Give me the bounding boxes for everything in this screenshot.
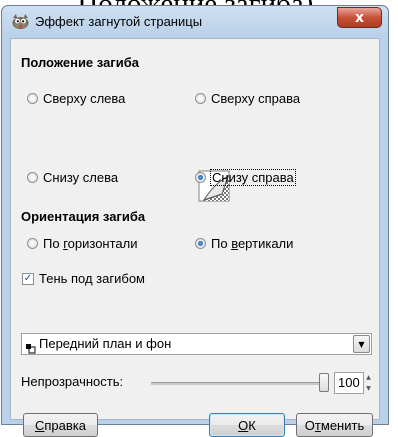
radio-label: Снизу справа [210,169,296,186]
radio-button[interactable] [27,93,38,104]
opacity-slider-track[interactable] [151,382,324,385]
radio-horizontal[interactable]: По горизонтали [27,236,138,251]
shadow-checkbox[interactable]: ✓ Тень под загибом [22,271,145,286]
shadow-label: Тень под загибом [39,271,145,286]
opacity-label: Непрозрачность: [21,374,124,389]
radio-bottom-right[interactable]: Снизу справа [195,169,296,186]
dialog-window: Эффект загнутой страницы x Положение заг… [1,5,389,437]
gimp-icon [11,13,30,30]
ok-button[interactable]: ОК [209,413,285,437]
curl-location-title: Положение загиба [21,55,139,70]
opacity-input[interactable]: 100 [334,372,364,394]
window-title: Эффект загнутой страницы [35,14,203,29]
radio-label: Сверху слева [43,91,126,106]
title-bar[interactable]: Эффект загнутой страницы x [2,6,388,38]
cancel-label-pre: О [304,417,315,433]
radio-label: Сверху справа [211,91,301,106]
close-button[interactable]: x [337,7,382,28]
gradient-select-value: Передний план и фон [39,336,172,351]
radio-top-left[interactable]: Сверху слева [27,91,125,106]
radio-button[interactable] [195,93,206,104]
radio-button[interactable] [27,238,38,249]
help-mnemonic: С [35,417,45,433]
radio-bottom-left[interactable]: Снизу слева [27,170,118,185]
radio-top-right[interactable]: Сверху справа [195,91,300,106]
help-label: правка [44,417,86,433]
spin-down-icon[interactable]: ▼ [364,383,373,394]
dialog-body: Положение загиба Сверху слева Сверху спр… [10,38,380,437]
ok-mnemonic: О [238,417,249,433]
gradient-select[interactable]: Передний план и фон ▼ [21,333,372,355]
radio-label: По вертикали [211,236,294,251]
chevron-down-icon[interactable]: ▼ [353,335,370,353]
help-button[interactable]: Справка [23,413,98,437]
radio-label: Снизу слева [43,170,119,185]
opacity-slider-handle[interactable] [319,373,329,392]
radio-button[interactable] [27,172,38,183]
checkmark-icon[interactable]: ✓ [22,272,34,285]
opacity-spinner[interactable]: ▲ ▼ [364,372,373,394]
curl-orientation-title: Ориентация загиба [21,209,146,224]
radio-vertical[interactable]: По вертикали [195,236,293,251]
close-icon: x [354,9,365,26]
cancel-label: менить [320,417,365,433]
radio-button-selected[interactable] [195,172,206,183]
fg-bg-swatch-icon [26,339,36,354]
radio-button-selected[interactable] [195,238,206,249]
spin-up-icon[interactable]: ▲ [364,372,373,383]
radio-label: По горизонтали [43,236,138,251]
ok-label: К [248,417,256,433]
cancel-button[interactable]: От менить [296,413,373,437]
